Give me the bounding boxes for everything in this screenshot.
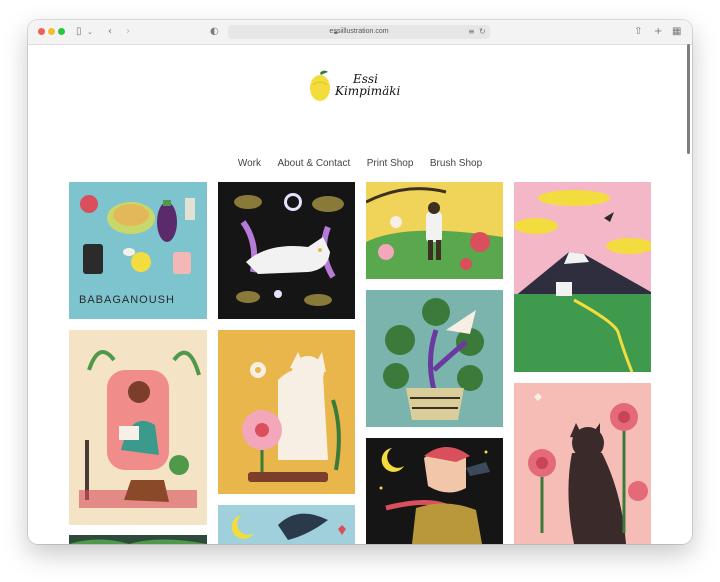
- artwork-moon-partial[interactable]: [218, 505, 355, 544]
- babaganoush-text: BABAGANOUSH: [79, 294, 175, 306]
- main-nav: Work About & Contact Print Shop Brush Sh…: [28, 153, 692, 171]
- artwork-black-cat-roses[interactable]: [514, 383, 651, 544]
- reload-icon[interactable]: ↻: [479, 26, 486, 38]
- share-icon[interactable]: ⇧: [634, 26, 642, 38]
- logo-line-2: Kimpimäki: [335, 84, 401, 98]
- babaganoush-illustration: BABAGANOUSH: [69, 182, 207, 319]
- black-cat-roses-illustration: [514, 383, 651, 544]
- sidebar-icon[interactable]: ▯: [76, 26, 82, 38]
- url-text: essiillustration.com: [329, 28, 389, 35]
- plus-icon[interactable]: +: [654, 26, 662, 38]
- address-bar[interactable]: 🔒︎ essiillustration.com ≡ ↻: [228, 25, 490, 39]
- garden-walker-illustration: [366, 182, 503, 279]
- artwork-babaganoush[interactable]: BABAGANOUSH: [69, 182, 207, 319]
- moon-woman-illustration: [366, 438, 503, 544]
- green-partial-illustration: [69, 535, 207, 544]
- artwork-plant-pot[interactable]: [366, 290, 503, 427]
- artwork-green-partial[interactable]: [69, 535, 207, 544]
- chevron-down-icon[interactable]: ⌄: [87, 26, 93, 38]
- back-icon[interactable]: ‹: [108, 26, 112, 38]
- nav-print-shop[interactable]: Print Shop: [367, 158, 414, 169]
- white-cat-night-illustration: [218, 182, 355, 319]
- shield-icon[interactable]: ◐: [210, 26, 219, 38]
- tabs-overview-icon[interactable]: ▦: [672, 26, 681, 38]
- page-content: Essi Kimpimäki Work About & Contact Prin…: [28, 45, 692, 544]
- moon-partial-illustration: [218, 505, 355, 544]
- browser-toolbar: ▯ ⌄ ‹ › ◐ 🔒︎ essiillustration.com ≡ ↻ ⇧ …: [28, 20, 692, 45]
- artwork-armchair-reader[interactable]: [69, 330, 207, 525]
- cat-flowers-illustration: [218, 330, 355, 494]
- armchair-reader-illustration: [69, 330, 207, 525]
- artwork-garden-walker[interactable]: [366, 182, 503, 279]
- artwork-cat-flowers[interactable]: [218, 330, 355, 494]
- forward-icon[interactable]: ›: [126, 26, 130, 38]
- mountain-house-illustration: [514, 182, 651, 372]
- browser-window: ▯ ⌄ ‹ › ◐ 🔒︎ essiillustration.com ≡ ↻ ⇧ …: [28, 20, 692, 544]
- nav-about-contact[interactable]: About & Contact: [277, 158, 350, 169]
- reader-icon[interactable]: ≡: [468, 26, 475, 38]
- minimize-window-button[interactable]: [48, 28, 55, 35]
- maximize-window-button[interactable]: [58, 28, 65, 35]
- lemon-logo-icon[interactable]: [308, 70, 332, 104]
- artwork-moon-woman[interactable]: [366, 438, 503, 544]
- site-logo-text[interactable]: Essi Kimpimäki: [335, 73, 425, 97]
- artwork-white-cat-night[interactable]: [218, 182, 355, 319]
- nav-brush-shop[interactable]: Brush Shop: [430, 158, 482, 169]
- close-window-button[interactable]: [38, 28, 45, 35]
- page-scrollbar[interactable]: [687, 44, 690, 154]
- artwork-mountain-house[interactable]: [514, 182, 651, 372]
- nav-work[interactable]: Work: [238, 158, 261, 169]
- plant-pot-illustration: [366, 290, 503, 427]
